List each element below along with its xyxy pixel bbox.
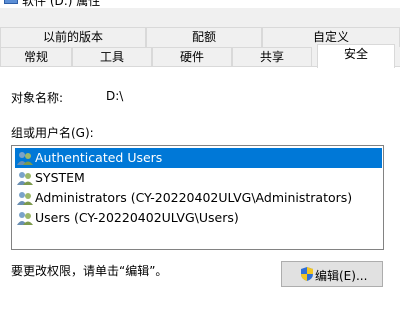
list-item[interactable]: Authenticated Users <box>15 148 382 168</box>
list-item-label: Users (CY-20220402ULVG\Users) <box>35 210 239 225</box>
title-bar: 软件 (D:) 属性 ✕ <box>0 0 400 8</box>
users-icon <box>17 212 33 225</box>
tab-hardware[interactable]: 硬件 <box>152 47 232 67</box>
users-icon <box>17 172 33 185</box>
list-item-label: Administrators (CY-20220402ULVG\Administ… <box>35 190 353 205</box>
tab-previous-versions[interactable]: 以前的版本 <box>0 27 146 47</box>
window-title: 软件 (D:) 属性 <box>22 0 101 8</box>
object-name-value: D:\ <box>106 89 124 103</box>
drive-icon <box>4 0 18 4</box>
uac-shield-icon <box>301 267 313 281</box>
edit-button[interactable]: 编辑(E)... <box>281 261 383 287</box>
list-item-label: SYSTEM <box>35 170 85 185</box>
users-icon <box>17 192 33 205</box>
users-icon <box>17 152 33 165</box>
tab-security[interactable]: 安全 <box>317 44 395 68</box>
tab-tools[interactable]: 工具 <box>72 47 152 67</box>
tab-general[interactable]: 常规 <box>0 47 72 67</box>
object-name-label: 对象名称: <box>11 91 64 105</box>
list-item-label: Authenticated Users <box>35 150 163 165</box>
edit-button-label: 编辑(E)... <box>315 269 368 283</box>
edit-hint: 要更改权限，请单击“编辑”。 <box>11 264 168 278</box>
close-icon[interactable]: ✕ <box>380 0 392 5</box>
group-users-label: 组或用户名(G): <box>11 126 94 140</box>
group-users-list[interactable]: Authenticated Users SYSTEM Administrator… <box>11 145 384 250</box>
tab-quota[interactable]: 配额 <box>146 27 262 47</box>
tab-sharing[interactable]: 共享 <box>232 47 312 67</box>
